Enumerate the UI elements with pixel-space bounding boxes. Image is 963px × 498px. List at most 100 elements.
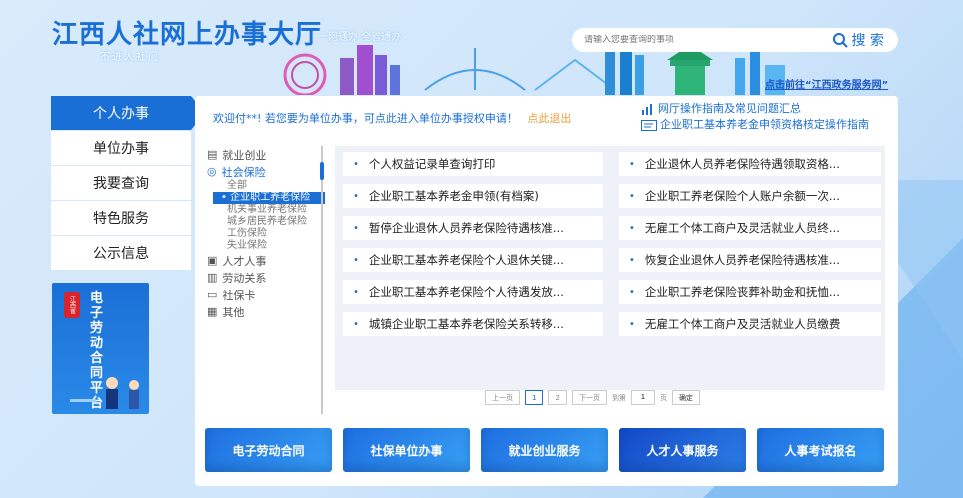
- service-item[interactable]: • 企业职工基本养老金申领(有档案): [343, 184, 603, 208]
- bullet-icon: •: [353, 254, 359, 266]
- tile-talent[interactable]: 人才人事服务: [619, 428, 746, 472]
- bullet-icon: •: [629, 318, 635, 330]
- people-icon: ▣: [207, 254, 218, 267]
- nav-item-public-info[interactable]: 公示信息: [51, 236, 191, 270]
- service-grid: • 个人权益记录单查询打印 • 企业退休人员养老保险待遇领取资格... • 企业职工基本养…: [343, 152, 881, 336]
- service-item[interactable]: • 企业职工养老保险个人账户余额一次...: [619, 184, 881, 208]
- next-page-button[interactable]: 下一页: [571, 390, 607, 405]
- service-item[interactable]: • 恢复企业退休人员养老保险待遇核准...: [619, 248, 881, 272]
- subcategory-enterprise-pension[interactable]: • 企业职工养老保险: [213, 192, 325, 204]
- goto-page-input[interactable]: [630, 390, 655, 405]
- category-talent[interactable]: ▣ 人才人事: [207, 252, 325, 269]
- tile-employment[interactable]: 就业创业服务: [481, 428, 608, 472]
- bullet-icon: •: [629, 158, 635, 170]
- service-item[interactable]: • 无雇工个体工商户及灵活就业人员终...: [619, 216, 881, 240]
- sidebar-nav: 个人办事 单位办事 我要查询 特色服务 公示信息: [51, 96, 205, 271]
- service-item-label: 企业职工基本养老保险个人退休关键...: [368, 253, 564, 267]
- service-item-label: 企业职工基本养老保险个人待遇发放...: [368, 285, 564, 299]
- service-list: • 个人权益记录单查询打印 • 企业退休人员养老保险待遇领取资格... • 企业职工基本养…: [335, 146, 885, 405]
- subcategory-resident-pension[interactable]: 城乡居民养老保险: [207, 216, 325, 228]
- service-item-label: 企业职工养老保险个人账户余额一次...: [644, 189, 840, 203]
- goto-label: 到第: [611, 393, 626, 402]
- category-social-card[interactable]: ▭ 社保卡: [207, 286, 325, 303]
- service-item-label: 恢复企业退休人员养老保险待遇核准...: [644, 253, 840, 267]
- gov-service-link[interactable]: 点击前往“江西政务服务网”: [765, 76, 888, 91]
- bullet-icon: •: [353, 158, 359, 170]
- subcategory-institution-pension[interactable]: 机关事业养老保险: [207, 204, 325, 216]
- search-button[interactable]: 搜 索: [832, 30, 884, 50]
- nav-item-personal[interactable]: 个人办事: [51, 96, 205, 130]
- site-header: 江西人社网上办事大厅 一网通办 全省通办 不进人社门 搜 索 点击前往“江: [0, 0, 963, 95]
- welcome-text: 欢迎付**!: [213, 112, 262, 125]
- scrollbar-thumb[interactable]: [320, 162, 324, 180]
- bullet-icon: •: [353, 286, 359, 298]
- category-label: 人才人事: [222, 254, 267, 268]
- bar-chart-icon: [642, 103, 652, 115]
- subcategory-all[interactable]: 全部: [207, 180, 325, 192]
- service-item-label: 暂停企业退休人员养老保险待遇核准...: [368, 221, 564, 235]
- nav-item-special[interactable]: 特色服务: [51, 201, 191, 235]
- bullet-icon: •: [629, 286, 635, 298]
- tile-labor-contract[interactable]: 电子劳动合同: [205, 428, 332, 472]
- service-item-label: 城镇企业职工基本养老保险关系转移...: [368, 317, 564, 331]
- help-link-pension[interactable]: 企业职工基本养老金申领资格核定操作指南: [641, 117, 869, 133]
- bullet-icon: •: [353, 190, 359, 202]
- handshake-illustration: [70, 377, 139, 409]
- search-icon: [832, 33, 848, 48]
- category-employment[interactable]: ▤ 就业创业: [207, 146, 325, 163]
- quick-service-tiles: 电子劳动合同 社保单位办事 就业创业服务 人才人事服务 人事考试报名: [205, 428, 884, 472]
- handshake-icon: ▥: [207, 271, 218, 284]
- service-item[interactable]: • 企业职工基本养老保险个人待遇发放...: [343, 280, 603, 304]
- labor-contract-banner[interactable]: 江西省 电子劳动合同平台: [52, 283, 149, 414]
- bullet-icon: •: [629, 254, 635, 266]
- nav-item-unit[interactable]: 单位办事: [51, 131, 191, 165]
- service-item[interactable]: • 企业退休人员养老保险待遇领取资格...: [619, 152, 881, 176]
- service-item-label: 无雇工个体工商户及灵活就业人员终...: [644, 221, 840, 235]
- help-link-pension-label: 企业职工基本养老金申领资格核定操作指南: [660, 118, 869, 131]
- goto-confirm-button[interactable]: 确定: [671, 390, 700, 405]
- tile-exam-signup[interactable]: 人事考试报名: [757, 428, 884, 472]
- banner-badge: 江西省: [64, 292, 80, 318]
- tile-social-unit[interactable]: 社保单位办事: [343, 428, 470, 472]
- unit-authorization-link[interactable]: 若您要为单位办事，可点此进入单位办事授权申请！: [265, 112, 518, 125]
- category-labor-relations[interactable]: ▥ 劳动关系: [207, 269, 325, 286]
- site-subtitle: 不进人社门: [100, 52, 160, 63]
- prev-page-button[interactable]: 上一页: [485, 390, 520, 405]
- subcategory-injury-insurance[interactable]: 工伤保险: [207, 228, 325, 240]
- category-label: 其他: [222, 305, 245, 319]
- category-other[interactable]: ▦ 其他: [207, 303, 325, 320]
- main-panel: 欢迎付**! 若您要为单位办事，可点此进入单位办事授权申请！ 点此退出 网厅操作…: [195, 96, 898, 486]
- briefcase-icon: ▤: [207, 148, 218, 161]
- service-item[interactable]: • 个人权益记录单查询打印: [343, 152, 603, 176]
- category-label: 社保卡: [222, 288, 256, 302]
- scrollbar-track[interactable]: [321, 146, 323, 414]
- search-input[interactable]: [584, 35, 804, 45]
- category-social-insurance[interactable]: ◎ 社会保险: [207, 163, 325, 180]
- service-item[interactable]: • 企业职工养老保险丧葬补助金和抚恤...: [619, 280, 881, 304]
- category-label: 社会保险: [221, 165, 266, 179]
- search-box: 搜 索: [572, 28, 898, 52]
- page-1-button[interactable]: 1: [525, 390, 544, 405]
- category-label: 劳动关系: [222, 271, 267, 285]
- service-item-label: 企业职工养老保险丧葬补助金和抚恤...: [644, 285, 840, 299]
- service-item[interactable]: • 暂停企业退休人员养老保险待遇核准...: [343, 216, 603, 240]
- service-item[interactable]: • 城镇企业职工基本养老保险关系转移...: [343, 312, 603, 336]
- bullet-icon: •: [629, 190, 635, 202]
- pagination: 上一页 1 2 下一页 到第 页 确定: [485, 390, 700, 405]
- bullet-icon: •: [353, 222, 359, 234]
- help-link-guide[interactable]: 网厅操作指南及常见问题汇总: [641, 101, 869, 117]
- page-unit-label: 页: [659, 393, 667, 402]
- service-item-label: 个人权益记录单查询打印: [368, 157, 496, 171]
- service-item[interactable]: • 企业职工基本养老保险个人退休关键...: [343, 248, 603, 272]
- search-button-label: 搜 索: [851, 33, 884, 49]
- category-label: 就业创业: [222, 148, 267, 162]
- eye-icon: ◎: [207, 165, 217, 178]
- bullet-icon: •: [353, 318, 359, 330]
- nav-item-query[interactable]: 我要查询: [51, 166, 191, 200]
- category-tree: ▤ 就业创业 ◎ 社会保险 全部 • 企业职工养老保险 机关事业养老保险 城乡居…: [207, 146, 325, 320]
- logout-link[interactable]: 点此退出: [527, 112, 571, 125]
- service-item-label: 企业退休人员养老保险待遇领取资格...: [644, 157, 840, 171]
- subcategory-unemployment-insurance[interactable]: 失业保险: [207, 240, 325, 252]
- service-item[interactable]: • 无雇工个体工商户及灵活就业人员缴费: [619, 312, 881, 336]
- page-2-button[interactable]: 2: [548, 390, 567, 405]
